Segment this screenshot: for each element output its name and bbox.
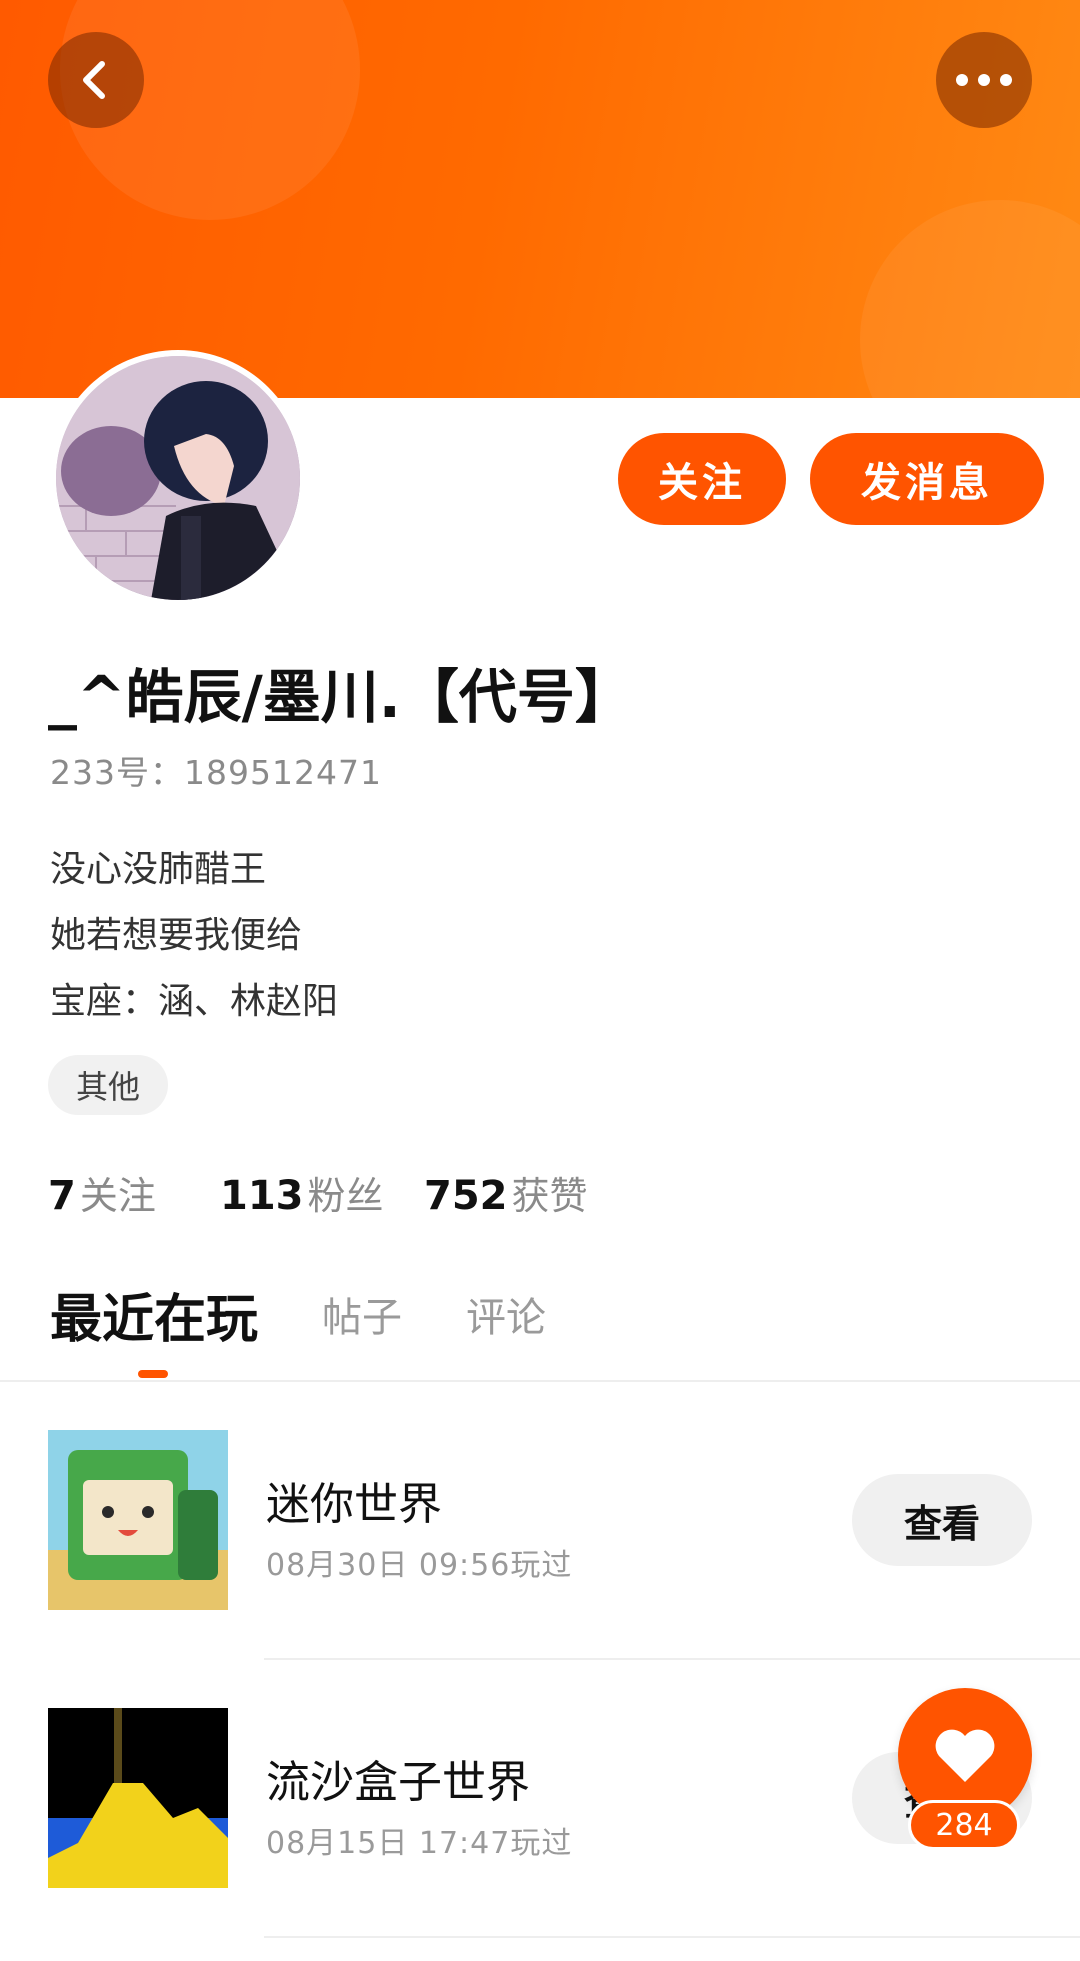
more-dots-icon bbox=[956, 74, 1012, 86]
stat-likes: 752 获赞 bbox=[424, 1165, 588, 1220]
tab-posts[interactable]: 帖子 bbox=[322, 1285, 402, 1343]
more-options-button[interactable] bbox=[936, 32, 1032, 128]
bio-line: 宝座：涵、林赵阳 bbox=[50, 981, 339, 1022]
username: _^皓辰/墨川.【代号】 bbox=[48, 663, 633, 731]
avatar-image bbox=[56, 356, 300, 600]
stat-number: 752 bbox=[424, 1173, 508, 1219]
banner-decoration bbox=[860, 200, 1080, 398]
game-icon-sand-box bbox=[48, 1708, 228, 1888]
heart-icon bbox=[935, 1729, 995, 1782]
profile-tag: 其他 bbox=[48, 1055, 169, 1115]
game-play-time: 08月30日 09:56玩过 bbox=[266, 1548, 573, 1583]
bio-line: 没心没肺醋王 bbox=[50, 849, 267, 890]
chevron-left-icon bbox=[83, 61, 105, 99]
like-count-badge: 284 bbox=[908, 1800, 1020, 1850]
user-id: 233号：189512471 bbox=[50, 753, 382, 792]
follow-button[interactable]: 关注 bbox=[618, 433, 786, 525]
tab-recent-play[interactable]: 最近在玩 bbox=[50, 1277, 258, 1352]
stat-following[interactable]: 7 关注 bbox=[48, 1165, 156, 1220]
stat-number: 113 bbox=[220, 1173, 304, 1219]
stat-label: 关注 bbox=[79, 1174, 156, 1218]
game-play-time: 08月15日 17:47玩过 bbox=[266, 1826, 573, 1861]
list-item[interactable]: 迷你世界 08月30日 09:56玩过 查看 bbox=[0, 1400, 1080, 1640]
divider bbox=[264, 1658, 1080, 1660]
bio-line: 她若想要我便给 bbox=[50, 915, 303, 956]
game-name: 迷你世界 bbox=[266, 1479, 442, 1530]
divider bbox=[0, 1380, 1080, 1382]
view-game-button[interactable]: 查看 bbox=[852, 1474, 1032, 1566]
game-icon-mini-world bbox=[48, 1430, 228, 1610]
profile-banner bbox=[0, 0, 1080, 398]
stat-label: 获赞 bbox=[511, 1174, 588, 1218]
avatar[interactable] bbox=[50, 350, 306, 606]
tab-indicator bbox=[138, 1370, 168, 1378]
send-message-button[interactable]: 发消息 bbox=[810, 433, 1044, 525]
stat-number: 7 bbox=[48, 1173, 76, 1219]
divider bbox=[264, 1936, 1080, 1938]
stat-fans[interactable]: 113 粉丝 bbox=[220, 1165, 384, 1220]
back-button[interactable] bbox=[48, 32, 144, 128]
stat-label: 粉丝 bbox=[307, 1174, 384, 1218]
game-name: 流沙盒子世界 bbox=[266, 1757, 530, 1808]
tab-comments[interactable]: 评论 bbox=[466, 1285, 546, 1343]
